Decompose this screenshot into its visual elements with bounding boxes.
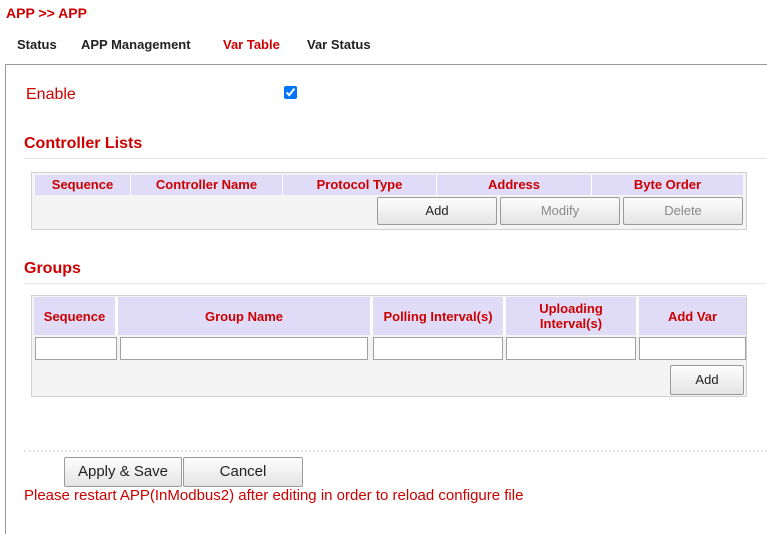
column-header-sequence: Sequence [35, 175, 131, 195]
groups-title: Groups [24, 260, 81, 277]
polling-interval-input[interactable] [373, 337, 503, 360]
column-header-address: Address [437, 175, 592, 195]
tab-var-table[interactable]: Var Table [223, 37, 280, 52]
add-var-input[interactable] [639, 337, 746, 360]
column-header-group-name: Group Name [118, 297, 373, 335]
tab-status[interactable]: Status [17, 37, 57, 52]
groups-table: Sequence Group Name Polling Interval(s) … [31, 295, 747, 397]
group-name-input[interactable] [120, 337, 368, 360]
section-divider [24, 158, 767, 159]
group-add-button[interactable]: Add [670, 365, 744, 395]
groups-table-header: Sequence Group Name Polling Interval(s) … [34, 297, 746, 335]
apply-save-button[interactable]: Apply & Save [64, 457, 182, 487]
restart-notice: Please restart APP(InModbus2) after edit… [24, 487, 524, 504]
breadcrumb: APP >> APP [6, 5, 87, 21]
cancel-button[interactable]: Cancel [183, 457, 303, 487]
controller-table-header: Sequence Controller Name Protocol Type A… [35, 175, 743, 195]
column-header-protocol-type: Protocol Type [283, 175, 437, 195]
uploading-interval-input[interactable] [506, 337, 636, 360]
controller-modify-button[interactable]: Modify [500, 197, 620, 225]
column-header-polling-interval: Polling Interval(s) [373, 297, 506, 335]
enable-label: Enable [26, 86, 76, 103]
tab-var-status[interactable]: Var Status [307, 37, 371, 52]
column-header-controller-name: Controller Name [131, 175, 283, 195]
tab-app-management[interactable]: APP Management [81, 37, 191, 52]
enable-checkbox[interactable] [284, 86, 297, 99]
section-divider [24, 283, 767, 284]
controller-table: Sequence Controller Name Protocol Type A… [31, 172, 747, 230]
controller-add-button[interactable]: Add [377, 197, 497, 225]
form-divider [24, 450, 767, 452]
column-header-byte-order: Byte Order [633, 177, 702, 192]
column-header-sequence: Sequence [34, 297, 118, 335]
controller-delete-button[interactable]: Delete [623, 197, 743, 225]
group-sequence-input[interactable] [35, 337, 117, 360]
controller-lists-title: Controller Lists [24, 135, 143, 152]
column-header-uploading-interval: Uploading Interval(s) [506, 297, 639, 335]
column-header-add-var: Add Var [667, 308, 718, 324]
